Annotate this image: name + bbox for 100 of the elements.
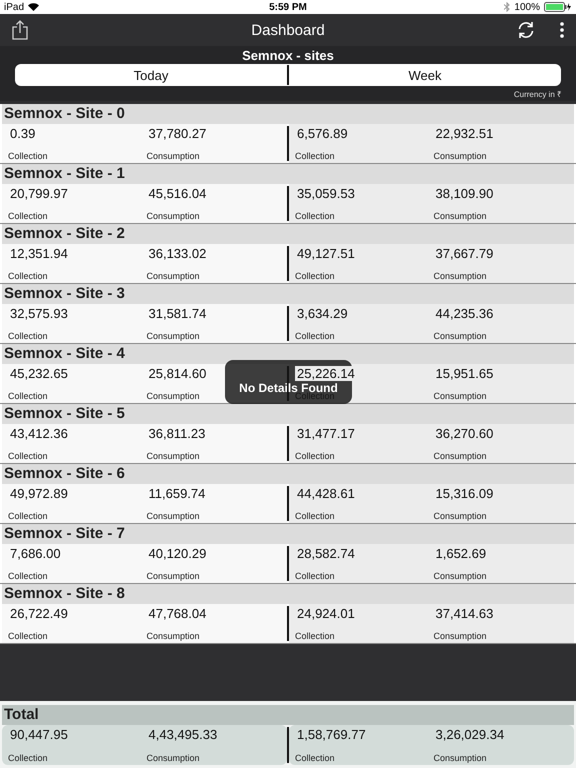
amount-label: Consumption [146, 391, 201, 401]
amount-label: Consumption [146, 331, 201, 341]
amount-label: Consumption [434, 331, 488, 341]
site-title: Semnox - Site - 2 [2, 224, 574, 244]
site-title: Semnox - Site - 0 [2, 104, 574, 124]
amount-label: Consumption [434, 151, 488, 161]
device-name: iPad [4, 2, 24, 12]
amount-label: Collection [295, 151, 336, 161]
amount-label: Consumption [434, 391, 488, 401]
amount-label: Collection [295, 331, 336, 341]
status-time: 5:59 PM [269, 2, 307, 12]
amount-label: Consumption [146, 151, 201, 161]
section-title: Semnox - sites [242, 48, 334, 64]
amount-value: 31,477.17 [295, 426, 355, 441]
amount-label: Consumption [146, 211, 201, 221]
amount-label: Consumption [434, 211, 488, 221]
amount-value: 38,109.90 [434, 186, 494, 201]
site-title: Semnox - Site - 3 [2, 284, 574, 304]
screen-title: Dashboard [250, 22, 326, 38]
more-menu-button[interactable] [560, 22, 564, 38]
amount-value: 45,516.04 [146, 186, 206, 201]
amount-value: 44,235.36 [434, 306, 494, 321]
site-title: Semnox - Site - 1 [2, 164, 574, 184]
amount-label: Consumption [146, 753, 201, 763]
site-title: Semnox - Site - 7 [2, 524, 574, 544]
amount-value: 1,652.69 [434, 546, 486, 561]
amount-label: Consumption [434, 511, 488, 521]
amount-value: 47,768.04 [146, 606, 206, 621]
amount-value: 49,127.51 [295, 246, 355, 261]
refresh-button[interactable] [516, 20, 536, 40]
amount-label: Collection [8, 753, 49, 763]
amount-value: 11,659.74 [146, 486, 206, 501]
amount-label: Collection [295, 271, 336, 281]
amount-value: 36,811.23 [146, 426, 206, 441]
amount-label: Collection [8, 571, 49, 581]
amount-value: 28,582.74 [295, 546, 355, 561]
amount-value: 1,58,769.77 [295, 727, 366, 742]
amount-label: Collection [8, 211, 49, 221]
amount-value: 25,814.60 [146, 366, 206, 381]
battery-charging-icon [544, 2, 572, 12]
amount-label: Collection [295, 511, 336, 521]
amount-label: Consumption [146, 511, 201, 521]
amount-label: Collection [295, 631, 336, 641]
amount-label: Collection [295, 753, 336, 763]
amount-value: 3,634.29 [295, 306, 348, 321]
amount-value: 40,120.29 [146, 546, 206, 561]
amount-label: Consumption [434, 631, 488, 641]
amount-label: Consumption [434, 271, 488, 281]
amount-label: Collection [295, 451, 336, 461]
amount-label: Collection [295, 211, 336, 221]
amount-value: 45,232.65 [8, 366, 68, 381]
amount-value: 7,686.00 [8, 546, 61, 561]
segment-tab[interactable]: Week [289, 64, 561, 86]
amount-value: 24,924.01 [295, 606, 355, 621]
amount-label: Consumption [434, 451, 488, 461]
site-title: Semnox - Site - 5 [2, 404, 574, 424]
battery-percent: 100% [514, 2, 540, 12]
amount-label: Collection [8, 511, 49, 521]
amount-value: 36,270.60 [434, 426, 494, 441]
amount-value: 3,26,029.34 [434, 727, 504, 742]
amount-value: 36,133.02 [146, 246, 206, 261]
amount-value: 37,414.63 [434, 606, 494, 621]
amount-label: Consumption [146, 451, 201, 461]
amount-value: 37,667.79 [434, 246, 494, 261]
amount-value: 44,428.61 [295, 486, 355, 501]
amount-value: 43,412.36 [8, 426, 68, 441]
amount-label: Consumption [146, 571, 201, 581]
amount-value: 32,575.93 [8, 306, 68, 321]
amount-label: Collection [8, 151, 49, 161]
amount-value: 0.39 [8, 126, 36, 141]
amount-label: Collection [295, 571, 336, 581]
amount-label: Collection [8, 391, 49, 401]
amount-label: Collection [8, 331, 49, 341]
amount-label: Consumption [146, 631, 201, 641]
segment-tab[interactable]: Today [15, 64, 287, 86]
total-title: Total [2, 705, 574, 725]
amount-value: 35,059.53 [295, 186, 355, 201]
amount-label: Consumption [434, 753, 488, 763]
amount-value: 37,780.27 [146, 126, 206, 141]
amount-value: 12,351.94 [8, 246, 68, 261]
amount-value: 31,581.74 [146, 306, 206, 321]
amount-value: 15,316.09 [434, 486, 494, 501]
amount-value: 22,932.51 [434, 126, 494, 141]
amount-value: 4,43,495.33 [146, 727, 218, 742]
amount-value: 20,799.97 [8, 186, 68, 201]
amount-label: Consumption [434, 571, 488, 581]
share-button[interactable] [12, 20, 28, 40]
amount-label: Consumption [146, 271, 201, 281]
amount-value: 15,951.65 [434, 366, 494, 381]
amount-label: Collection [8, 271, 49, 281]
amount-value: 25,226.14 [295, 366, 355, 381]
amount-label: Collection [8, 451, 49, 461]
currency-note: Currency in ₹ [514, 89, 562, 99]
site-title: Semnox - Site - 6 [2, 464, 574, 484]
amount-value: 6,576.89 [295, 126, 348, 141]
amount-label: Collection [8, 631, 49, 641]
amount-value: 49,972.89 [8, 486, 68, 501]
amount-value: 90,447.95 [8, 727, 68, 742]
wifi-icon [28, 3, 40, 11]
site-title: Semnox - Site - 4 [2, 344, 574, 364]
